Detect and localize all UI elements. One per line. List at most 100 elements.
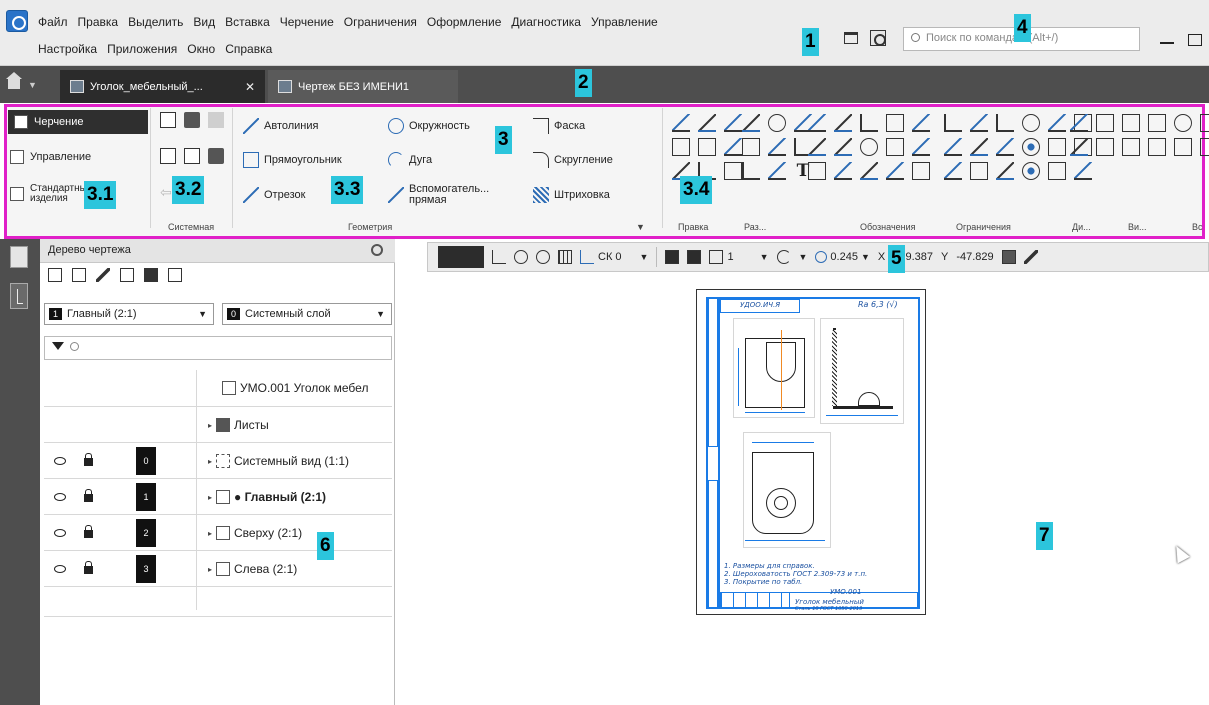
tolerance-icon[interactable] xyxy=(886,114,904,132)
chamfer-button[interactable]: Фаска xyxy=(533,118,585,134)
menu-applications[interactable]: Приложения xyxy=(107,42,177,56)
home-icon[interactable] xyxy=(6,72,22,89)
menu-drawing[interactable]: Черчение xyxy=(280,15,334,29)
tree-filter-input[interactable] xyxy=(44,336,392,360)
check-icon[interactable] xyxy=(1096,114,1114,132)
roughness-icon[interactable] xyxy=(834,114,852,132)
diameter-dimension-icon[interactable] xyxy=(768,114,786,132)
parallel-constraint-icon[interactable] xyxy=(970,114,988,132)
arc-dimension-icon[interactable] xyxy=(768,162,786,180)
fix-point-icon[interactable] xyxy=(996,138,1014,156)
zoom-field[interactable]: 0.245 ▼ xyxy=(815,251,870,263)
view-select[interactable]: 1 Главный (2:1) ▼ xyxy=(44,303,214,325)
close-icon[interactable]: ✕ xyxy=(245,80,255,94)
tree-item-sheets[interactable]: ▸ Листы xyxy=(208,418,269,432)
filter-view-icon[interactable] xyxy=(168,268,182,282)
frag-icon[interactable] xyxy=(1200,114,1209,132)
coord-system-select[interactable]: СК 0 ▼ xyxy=(580,250,648,264)
gear-icon[interactable] xyxy=(371,244,383,256)
screenshot-icon[interactable] xyxy=(870,30,886,46)
hatch-area-icon[interactable] xyxy=(912,162,930,180)
ortho-icon[interactable] xyxy=(492,250,506,264)
linear-dimension-icon[interactable] xyxy=(742,138,760,156)
mode-standard-parts-button[interactable]: Стандартные изделия xyxy=(10,184,92,204)
local-view-icon[interactable] xyxy=(1122,138,1140,156)
diag-icon[interactable] xyxy=(1070,114,1088,132)
leader-icon[interactable] xyxy=(808,114,826,132)
fillet-button[interactable]: Скругление xyxy=(533,152,613,168)
extend-icon[interactable] xyxy=(698,114,716,132)
array-icon[interactable] xyxy=(724,162,742,180)
triangle-icon[interactable] xyxy=(996,162,1014,180)
window-layout-icon[interactable] xyxy=(844,32,858,44)
place-view-icon[interactable] xyxy=(1174,138,1192,156)
y-coordinate-value[interactable]: -47.829 xyxy=(956,251,993,263)
weld-icon[interactable] xyxy=(834,162,852,180)
mark-icon[interactable] xyxy=(808,138,826,156)
section-icon[interactable] xyxy=(912,114,930,132)
tab-document-1[interactable]: Уголок_мебельный_... ✕ xyxy=(60,70,265,103)
snap-mode-button[interactable] xyxy=(438,246,484,268)
menu-diagnostics[interactable]: Диагностика xyxy=(511,15,581,29)
diagonal-constraint-icon[interactable] xyxy=(944,138,962,156)
param-icon[interactable] xyxy=(1074,162,1092,180)
snap-icon[interactable] xyxy=(514,250,528,264)
print-icon[interactable] xyxy=(160,148,176,164)
angle-constraint-icon[interactable] xyxy=(970,138,988,156)
menu-file[interactable]: Файл xyxy=(38,15,68,29)
menu-view[interactable]: Вид xyxy=(193,15,215,29)
rotate-view-icon[interactable] xyxy=(776,250,791,264)
pencil-icon[interactable] xyxy=(1023,250,1038,264)
menu-window[interactable]: Окно xyxy=(187,42,215,56)
chevron-right-icon[interactable]: ▸ xyxy=(208,421,212,430)
tree-item-view-system[interactable]: ▸ Системный вид (1:1) xyxy=(208,454,349,468)
local-cs-icon[interactable] xyxy=(536,250,550,264)
table-icon[interactable] xyxy=(808,162,826,180)
contour-icon[interactable] xyxy=(665,250,680,264)
coincident-icon[interactable] xyxy=(1022,162,1040,180)
macro-icon[interactable] xyxy=(1200,138,1209,156)
tangent-constraint-icon[interactable] xyxy=(1022,114,1040,132)
measure-icon[interactable] xyxy=(1070,138,1088,156)
smart-dimension-icon[interactable] xyxy=(742,114,760,132)
rectangle-button[interactable]: Прямоугольник xyxy=(243,152,342,168)
chain-dimension-icon[interactable] xyxy=(742,162,760,180)
chevron-right-icon[interactable]: ▸ xyxy=(208,457,212,466)
minimize-icon[interactable] xyxy=(1160,42,1174,44)
image-icon[interactable] xyxy=(144,268,158,282)
break-icon[interactable] xyxy=(724,114,742,132)
menu-insert[interactable]: Вставка xyxy=(225,15,270,29)
step-select[interactable]: 1 ▼ xyxy=(709,250,769,264)
menu-select[interactable]: Выделить xyxy=(128,15,183,29)
insert-icon[interactable] xyxy=(1174,114,1192,132)
tab-document-2[interactable]: Чертеж БЕЗ ИМЕНИ1 xyxy=(268,70,458,103)
mode-drawing-button[interactable]: Черчение xyxy=(8,110,148,134)
menu-design[interactable]: Оформление xyxy=(427,15,501,29)
chevron-right-icon[interactable]: ▸ xyxy=(208,493,212,502)
trim-icon[interactable] xyxy=(672,114,690,132)
horizontal-constraint-icon[interactable] xyxy=(944,114,962,132)
tree-item-document[interactable]: УМО.001 Уголок мебел xyxy=(222,381,368,395)
filter-icon[interactable] xyxy=(52,342,64,350)
info-icon[interactable] xyxy=(1096,138,1114,156)
base-icon[interactable] xyxy=(860,114,878,132)
chevron-down-icon[interactable]: ▼ xyxy=(636,222,645,232)
save-as-icon[interactable] xyxy=(208,148,224,164)
save-icon[interactable] xyxy=(208,112,224,128)
lock-icon[interactable] xyxy=(84,489,93,502)
radial-dimension-icon[interactable] xyxy=(768,138,786,156)
tree-panel-icon[interactable] xyxy=(10,283,28,309)
chevron-down-icon[interactable]: ▼ xyxy=(28,80,37,90)
view-arrow-icon[interactable] xyxy=(886,138,904,156)
grid-icon[interactable] xyxy=(558,250,572,264)
view-icon[interactable] xyxy=(1122,114,1140,132)
position-icon[interactable] xyxy=(834,138,852,156)
lock-icon[interactable] xyxy=(84,525,93,538)
view-create-icon[interactable] xyxy=(72,268,86,282)
tree-item-view-left[interactable]: ▸ Слева (2:1) xyxy=(208,562,297,576)
aux-line-button[interactable]: Вспомогатель... прямая xyxy=(388,184,489,206)
maximize-icon[interactable] xyxy=(1188,34,1202,46)
chevron-right-icon[interactable]: ▸ xyxy=(208,565,212,574)
collinear-constraint-icon[interactable] xyxy=(1048,114,1066,132)
menu-edit[interactable]: Правка xyxy=(78,15,119,29)
